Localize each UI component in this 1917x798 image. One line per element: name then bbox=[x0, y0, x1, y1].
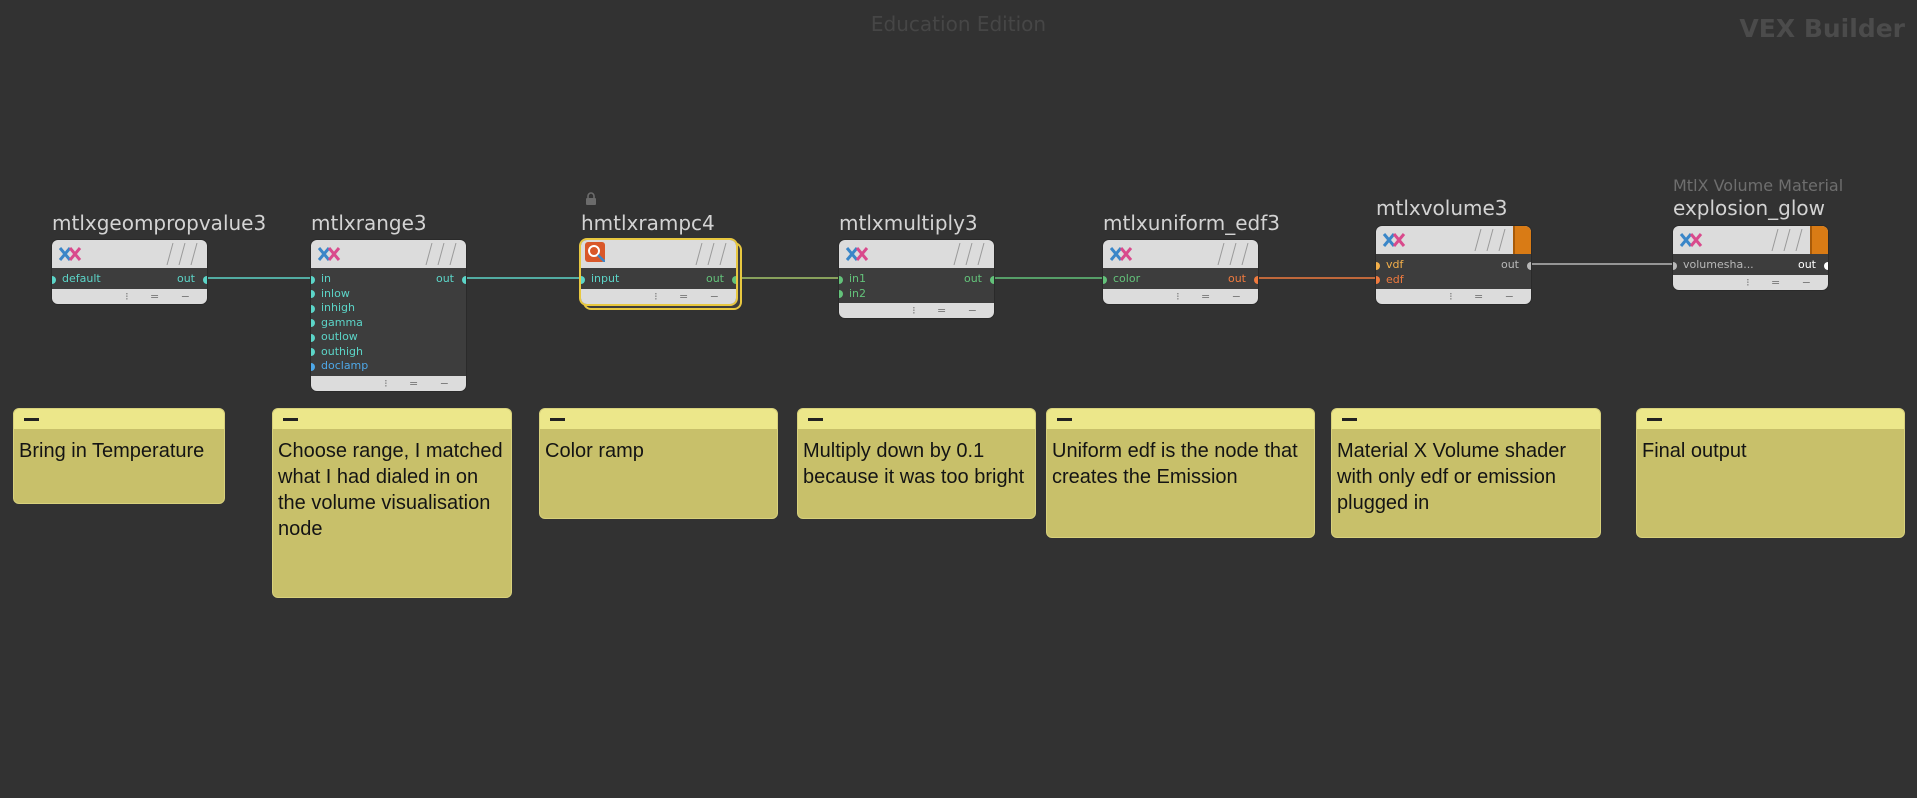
node-flags-icon[interactable] bbox=[686, 243, 730, 265]
port-label: gamma bbox=[321, 315, 363, 329]
port-label: in bbox=[321, 272, 332, 285]
materialx-icon bbox=[1382, 233, 1406, 247]
output-label: out bbox=[435, 272, 454, 285]
node-flags-icon[interactable] bbox=[416, 243, 460, 265]
node-title-geomprop: mtlxgeompropvalue3 bbox=[52, 211, 267, 235]
output-port[interactable] bbox=[203, 275, 207, 284]
materialx-icon bbox=[317, 247, 341, 261]
collapse-icon[interactable] bbox=[550, 418, 565, 421]
output-label: out bbox=[963, 272, 982, 285]
output-port[interactable] bbox=[1824, 261, 1828, 270]
output-port[interactable] bbox=[1254, 275, 1258, 284]
port-label: edf bbox=[1386, 272, 1404, 286]
sticky-note-text[interactable]: Multiply down by 0.1 because it was too … bbox=[798, 429, 1035, 490]
input-port[interactable]: default out bbox=[52, 272, 207, 287]
collapse-icon[interactable] bbox=[1647, 418, 1662, 421]
sticky-note-text[interactable]: Material X Volume shader with only edf o… bbox=[1332, 429, 1600, 516]
sticky-note[interactable]: Multiply down by 0.1 because it was too … bbox=[797, 408, 1036, 519]
input-port[interactable]: color out bbox=[1103, 272, 1258, 287]
output-label: out bbox=[1500, 258, 1519, 271]
materialx-icon bbox=[1679, 233, 1703, 247]
node-title-material: explosion_glow bbox=[1673, 196, 1826, 220]
input-port[interactable]: gamma bbox=[311, 316, 466, 331]
sticky-note-text[interactable]: Final output bbox=[1637, 429, 1904, 464]
sticky-note[interactable]: Choose range, I matched what I had diale… bbox=[272, 408, 512, 598]
node-flags-icon[interactable] bbox=[157, 243, 201, 265]
input-port[interactable]: outlow bbox=[311, 330, 466, 345]
lock-icon[interactable] bbox=[584, 192, 598, 206]
node-geomprop[interactable]: default out ⁝ = − bbox=[52, 240, 207, 304]
input-port[interactable]: outhigh bbox=[311, 345, 466, 360]
node-title-edf: mtlxuniform_edf3 bbox=[1103, 211, 1281, 235]
input-port[interactable]: input out bbox=[581, 272, 736, 287]
port-label: vdf bbox=[1386, 258, 1404, 271]
output-label: out bbox=[1227, 272, 1246, 285]
sticky-note-text[interactable]: Uniform edf is the node that creates the… bbox=[1047, 429, 1314, 490]
sticky-note-text[interactable]: Color ramp bbox=[540, 429, 777, 464]
materialx-icon bbox=[58, 247, 82, 261]
node-flags-icon[interactable] bbox=[944, 243, 988, 265]
output-port[interactable] bbox=[462, 275, 466, 284]
port-label: outhigh bbox=[321, 344, 363, 358]
output-label: out bbox=[705, 272, 724, 285]
materialx-icon bbox=[1109, 247, 1133, 261]
node-flags-icon[interactable] bbox=[1208, 243, 1252, 265]
collapse-icon[interactable] bbox=[808, 418, 823, 421]
sticky-note[interactable]: Material X Volume shader with only edf o… bbox=[1331, 408, 1601, 538]
connection-wires bbox=[205, 263, 1673, 279]
node-range[interactable]: in out inlow inhigh gamma outlow outhigh… bbox=[311, 240, 466, 391]
port-label: outlow bbox=[321, 330, 358, 343]
material-flag[interactable] bbox=[1513, 226, 1531, 254]
input-port[interactable]: in2 bbox=[839, 287, 994, 302]
node-ramp[interactable]: input out ⁝ = − bbox=[581, 240, 736, 304]
node-edf[interactable]: color out ⁝ = − bbox=[1103, 240, 1258, 304]
output-port[interactable] bbox=[990, 275, 994, 284]
port-label: volumesha... bbox=[1683, 258, 1754, 271]
input-port[interactable]: inlow bbox=[311, 287, 466, 302]
sticky-note[interactable]: Color ramp bbox=[539, 408, 778, 519]
port-label: color bbox=[1113, 272, 1141, 285]
materialx-icon bbox=[845, 247, 869, 261]
node-volume[interactable]: vdf out edf ⁝ = − bbox=[1376, 226, 1531, 304]
node-material[interactable]: volumesha... out ⁝ = − bbox=[1673, 226, 1828, 290]
collapse-icon[interactable] bbox=[283, 418, 298, 421]
output-label: out bbox=[176, 272, 195, 285]
input-port[interactable]: inhigh bbox=[311, 301, 466, 316]
port-label: in1 bbox=[849, 272, 867, 285]
port-label: input bbox=[591, 272, 620, 285]
output-port[interactable] bbox=[1527, 261, 1531, 270]
input-port[interactable]: edf bbox=[1376, 273, 1531, 288]
output-port[interactable] bbox=[732, 275, 736, 284]
input-port[interactable]: in out bbox=[311, 272, 466, 287]
port-label: doclamp bbox=[321, 359, 369, 372]
input-port[interactable]: doclamp bbox=[311, 359, 466, 374]
collapse-icon[interactable] bbox=[1057, 418, 1072, 421]
node-title-ramp: hmtlxrampc4 bbox=[581, 211, 715, 235]
node-subtitle-material: MtlX Volume Material bbox=[1673, 176, 1844, 195]
node-multiply[interactable]: in1 out in2 ⁝ = − bbox=[839, 240, 994, 318]
sticky-note-text[interactable]: Choose range, I matched what I had diale… bbox=[273, 429, 511, 542]
node-title-volume: mtlxvolume3 bbox=[1376, 196, 1508, 220]
port-label: inlow bbox=[321, 286, 350, 300]
sticky-note[interactable]: Bring in Temperature bbox=[13, 408, 225, 504]
node-title-range: mtlxrange3 bbox=[311, 211, 427, 235]
input-port[interactable]: vdf out bbox=[1376, 258, 1531, 273]
collapse-icon[interactable] bbox=[1342, 418, 1357, 421]
output-label: out bbox=[1797, 258, 1816, 271]
node-flags-icon[interactable] bbox=[1762, 229, 1806, 251]
sticky-note-text[interactable]: Bring in Temperature bbox=[14, 429, 224, 464]
input-port[interactable]: volumesha... out bbox=[1673, 258, 1828, 273]
collapse-icon[interactable] bbox=[24, 418, 39, 421]
port-label: in2 bbox=[849, 286, 867, 300]
material-flag[interactable] bbox=[1810, 226, 1828, 254]
input-port[interactable]: in1 out bbox=[839, 272, 994, 287]
sticky-note[interactable]: Final output bbox=[1636, 408, 1905, 538]
node-flags-icon[interactable] bbox=[1465, 229, 1509, 251]
node-title-multiply: mtlxmultiply3 bbox=[839, 211, 978, 235]
port-label: inhigh bbox=[321, 301, 356, 314]
houdini-materialx-icon bbox=[585, 242, 606, 263]
port-label: default bbox=[62, 272, 101, 285]
sticky-note[interactable]: Uniform edf is the node that creates the… bbox=[1046, 408, 1315, 538]
